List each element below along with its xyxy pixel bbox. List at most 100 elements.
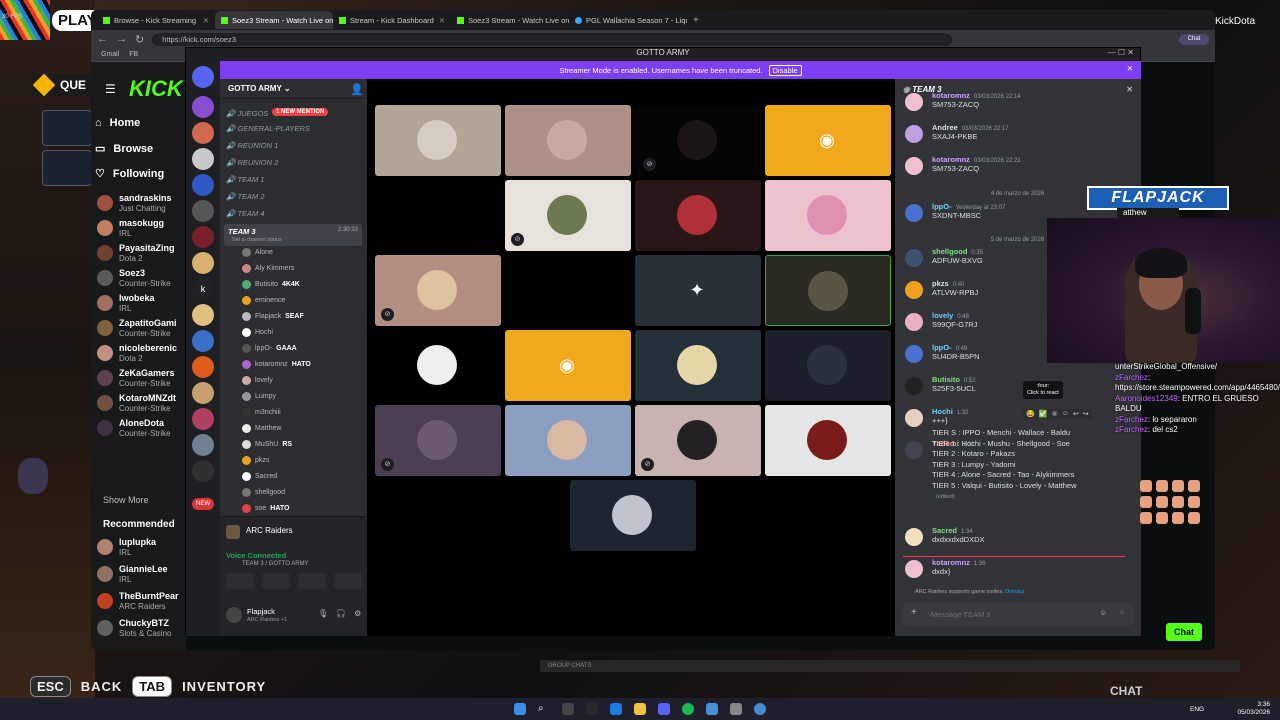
emoji-icon[interactable]: ☺ bbox=[1099, 608, 1107, 617]
browser-tab[interactable]: Browse - Kick Streaming ✕ bbox=[97, 11, 215, 29]
screenshare-button[interactable] bbox=[262, 573, 290, 589]
server-icon[interactable] bbox=[192, 200, 214, 222]
voice-user[interactable]: Butisito 4K4K bbox=[242, 280, 300, 289]
app-icon[interactable] bbox=[730, 703, 742, 715]
disable-button[interactable]: Disable bbox=[768, 64, 802, 76]
participant-tile[interactable] bbox=[765, 405, 891, 476]
folder-icon[interactable] bbox=[634, 703, 646, 715]
camera-button[interactable] bbox=[226, 573, 254, 589]
server-icon[interactable] bbox=[192, 148, 214, 170]
server-icon[interactable] bbox=[192, 304, 214, 326]
close-icon[interactable]: ✕ bbox=[1127, 64, 1133, 73]
server-icon[interactable] bbox=[192, 330, 214, 352]
bookmark-gmail[interactable]: Gmail bbox=[101, 51, 119, 58]
server-icon[interactable] bbox=[192, 226, 214, 248]
check-icon[interactable]: ✅ bbox=[1039, 410, 1048, 418]
steam-icon[interactable] bbox=[586, 703, 598, 715]
kick-chat-button[interactable]: Chat bbox=[1166, 623, 1202, 641]
participant-tile[interactable]: ⊘ bbox=[635, 105, 761, 176]
voice-user[interactable]: lovely bbox=[242, 376, 273, 385]
participant-tile[interactable]: ⊘ bbox=[375, 255, 501, 326]
recommended-channel[interactable]: ChuckyBTZ Slots & Casino bbox=[97, 617, 185, 641]
participant-tile[interactable] bbox=[375, 180, 501, 251]
participant-tile[interactable] bbox=[375, 330, 501, 401]
recommended-channel[interactable]: GiannieLee IRL bbox=[97, 563, 185, 587]
channel-status[interactable]: Set a channel status bbox=[232, 237, 282, 243]
participant-tile[interactable]: ◉ bbox=[505, 330, 631, 401]
browser-tab[interactable]: Soez3 Stream - Watch Live on Kick✕ bbox=[451, 11, 569, 29]
following-channel[interactable]: lwobeka IRL bbox=[97, 292, 185, 316]
close-icon[interactable]: ✕ bbox=[439, 16, 445, 25]
recommended-channel[interactable]: TheBurntPear ARC Raiders bbox=[97, 590, 185, 614]
browser-tab-active[interactable]: Soez3 Stream - Watch Live on Kick✕ bbox=[215, 11, 333, 29]
reload-icon[interactable]: ↻ bbox=[135, 33, 144, 46]
participant-tile[interactable] bbox=[635, 330, 761, 401]
windows-start-icon[interactable] bbox=[514, 703, 526, 715]
voice-user[interactable]: Lumpy bbox=[242, 392, 276, 401]
show-more-link[interactable]: Show More bbox=[103, 495, 149, 505]
voice-user[interactable]: soe HATO bbox=[242, 504, 289, 513]
close-icon[interactable]: ✕ bbox=[1126, 85, 1133, 94]
spotify-icon[interactable] bbox=[682, 703, 694, 715]
participant-tile[interactable]: ⊘ bbox=[505, 180, 631, 251]
forward-icon[interactable]: → bbox=[116, 33, 127, 45]
discord-home-icon[interactable] bbox=[192, 66, 214, 88]
mic-icon[interactable]: 🎙 bbox=[318, 609, 328, 618]
menu-icon[interactable]: ☰ bbox=[105, 82, 116, 96]
following-channel[interactable]: AloneDota Counter-Strike bbox=[97, 417, 185, 441]
voice-channel[interactable]: 🔊 TEAM 2 bbox=[226, 192, 265, 201]
server-icon[interactable] bbox=[192, 96, 214, 118]
nav-following[interactable]: ♡ Following bbox=[95, 167, 164, 181]
telegram-icon[interactable] bbox=[706, 703, 718, 715]
chat-ext-button[interactable]: Chat bbox=[1179, 33, 1209, 45]
participant-tile[interactable]: ◉ bbox=[765, 105, 891, 176]
following-channel[interactable]: nicoleberenic Dota 2 bbox=[97, 342, 185, 366]
voice-channel[interactable]: 🔊 GENERAL-PLAYERS bbox=[226, 124, 310, 133]
discord-icon[interactable] bbox=[658, 703, 670, 715]
headphones-icon[interactable]: 🎧 bbox=[336, 609, 346, 618]
soundboard-button[interactable] bbox=[334, 573, 362, 589]
activity-button[interactable] bbox=[298, 573, 326, 589]
browser-tab[interactable]: Stream - Kick Dashboard ✕ bbox=[333, 11, 451, 29]
server-icon[interactable] bbox=[192, 356, 214, 378]
following-channel[interactable]: ZeKaGamers Counter-Strike bbox=[97, 367, 185, 391]
gear-icon[interactable]: ⚙ bbox=[354, 609, 361, 618]
url-input[interactable]: https://kick.com/soez3 bbox=[152, 32, 953, 46]
server-icon[interactable] bbox=[192, 122, 214, 144]
nav-home[interactable]: ⌂ Home bbox=[95, 117, 140, 129]
voice-channel[interactable]: 🔊 TEAM 4 bbox=[226, 209, 265, 218]
participant-tile[interactable] bbox=[570, 480, 696, 551]
forward-icon[interactable]: ↪ bbox=[1083, 410, 1089, 418]
participant-tile[interactable]: ⊘ bbox=[375, 405, 501, 476]
server-header[interactable]: GOTTO ARMY ⌄ bbox=[220, 79, 367, 99]
server-icon[interactable] bbox=[192, 460, 214, 482]
obs-icon[interactable] bbox=[562, 703, 574, 715]
new-mention-badge[interactable]: 1 NEW MENTION bbox=[272, 108, 329, 116]
message-input[interactable]: + Message TEAM 3 ☺ ⁘ bbox=[903, 602, 1133, 626]
server-icon[interactable] bbox=[192, 434, 214, 456]
four-icon[interactable]: ④ bbox=[1051, 410, 1057, 418]
participant-tile[interactable] bbox=[505, 255, 631, 326]
server-icon[interactable] bbox=[192, 252, 214, 274]
participant-tile-speaking[interactable] bbox=[765, 255, 891, 326]
voice-user[interactable]: pkzs bbox=[242, 456, 269, 465]
voice-user[interactable]: Aly Kimmers bbox=[242, 264, 294, 273]
apps-icon[interactable]: ⁘ bbox=[1119, 608, 1125, 617]
active-channel[interactable]: TEAM 3 2:30:33 Set a channel status bbox=[224, 224, 362, 246]
following-channel[interactable]: PayasitaZing Dota 2 bbox=[97, 242, 185, 266]
server-icon[interactable]: k bbox=[192, 278, 214, 300]
reply-icon[interactable]: ↩ bbox=[1073, 410, 1079, 418]
dismiss-link[interactable]: Dismiss bbox=[1005, 589, 1024, 595]
following-channel[interactable]: ZapatitoGami Counter-Strike bbox=[97, 317, 185, 341]
following-channel[interactable]: masokugg IRL bbox=[97, 217, 185, 241]
voice-user[interactable]: Sacred bbox=[242, 472, 277, 481]
new-tab-icon[interactable]: + bbox=[693, 15, 699, 26]
participant-tile[interactable] bbox=[505, 405, 631, 476]
server-icon[interactable] bbox=[192, 382, 214, 404]
voice-channel[interactable]: 🔊 TEAM 1 bbox=[226, 175, 265, 184]
add-attachment-icon[interactable]: + bbox=[911, 607, 917, 618]
server-icon[interactable] bbox=[192, 408, 214, 430]
voice-user[interactable]: kotaromnz HATO bbox=[242, 360, 311, 369]
language-indicator[interactable]: ENG bbox=[1190, 706, 1204, 713]
back-icon[interactable]: ← bbox=[97, 33, 108, 45]
